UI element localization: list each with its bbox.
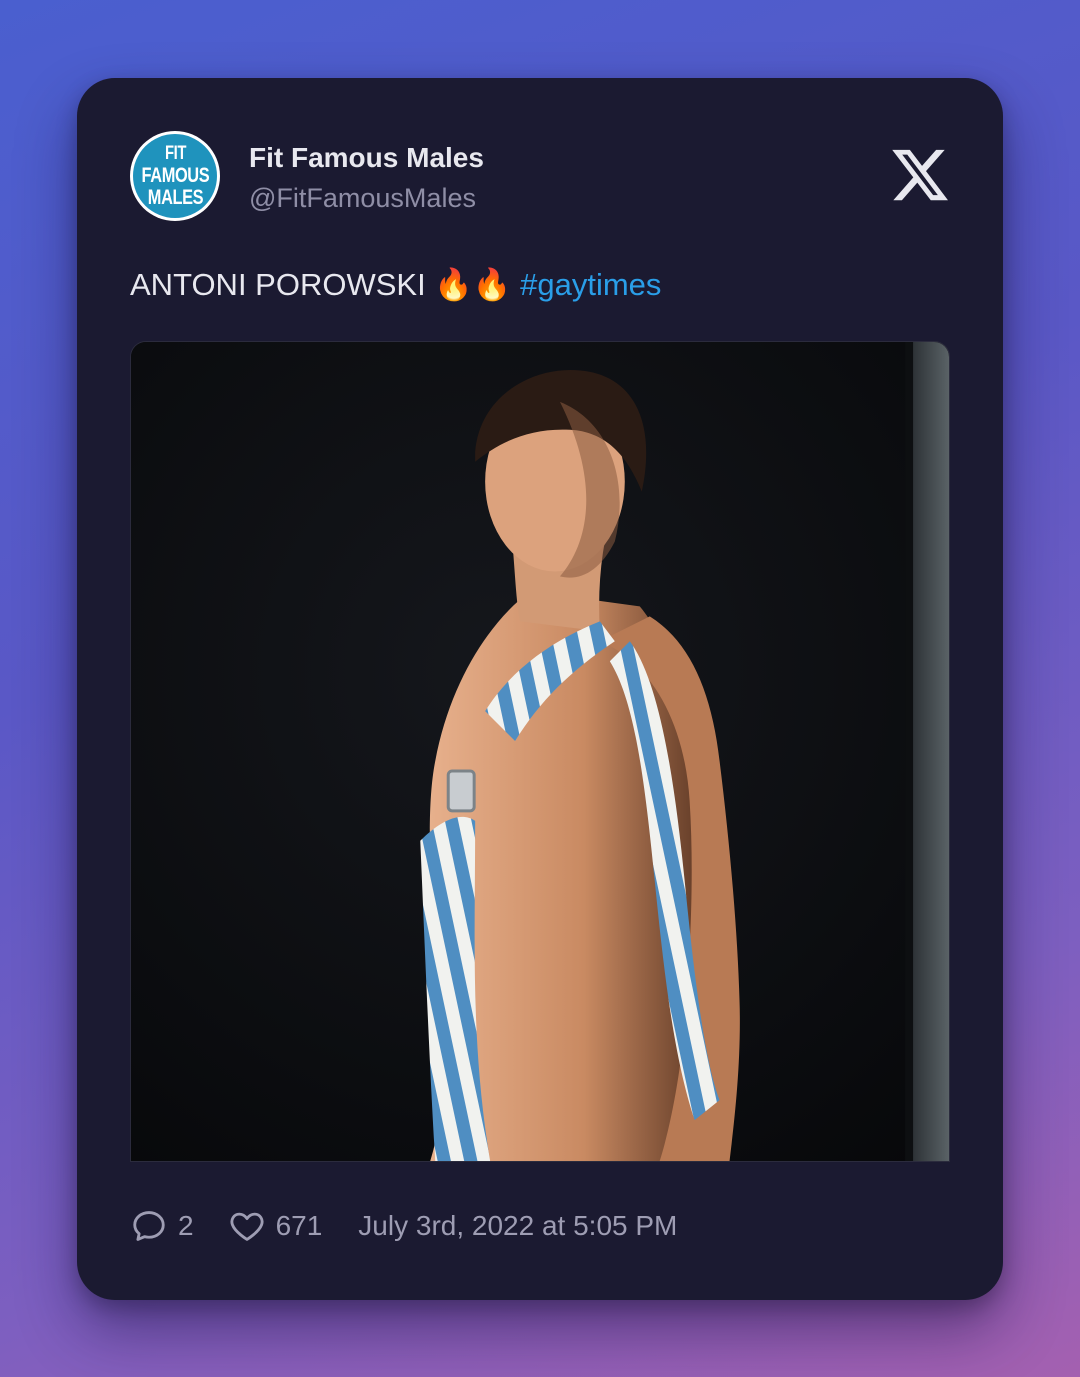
tweet-card: FIT FAMOUS MALES Fit Famous Males @FitFa… (77, 78, 1003, 1300)
tweet-photo[interactable] (130, 341, 950, 1162)
reply-icon (133, 1211, 165, 1241)
x-logo-icon[interactable] (889, 144, 951, 206)
avatar-line-2: FAMOUS (141, 164, 209, 187)
like-action[interactable]: 671 (228, 1207, 323, 1245)
tweet-text: ANTONI POROWSKI 🔥🔥 #gaytimes (130, 266, 661, 303)
tweet-timestamp[interactable]: July 3rd, 2022 at 5:05 PM (358, 1210, 677, 1242)
photo-illustration (131, 342, 949, 1161)
avatar-line-3: MALES (147, 186, 203, 209)
tweet-footer: 2 671 July 3rd, 2022 at 5:05 PM (130, 1206, 677, 1246)
user-handle[interactable]: @FitFamousMales (249, 183, 476, 214)
avatar-logo: FIT FAMOUS MALES (133, 134, 217, 218)
reply-count: 2 (178, 1210, 194, 1241)
avatar[interactable]: FIT FAMOUS MALES (130, 131, 220, 221)
hashtag-link[interactable]: #gaytimes (520, 267, 661, 302)
avatar-line-1: FIT (164, 143, 186, 164)
like-count: 671 (275, 1210, 323, 1241)
tweet-body: ANTONI POROWSKI 🔥🔥 (130, 267, 512, 302)
display-name[interactable]: Fit Famous Males (249, 142, 484, 174)
heart-icon (230, 1212, 264, 1241)
reply-action[interactable]: 2 (130, 1207, 194, 1245)
